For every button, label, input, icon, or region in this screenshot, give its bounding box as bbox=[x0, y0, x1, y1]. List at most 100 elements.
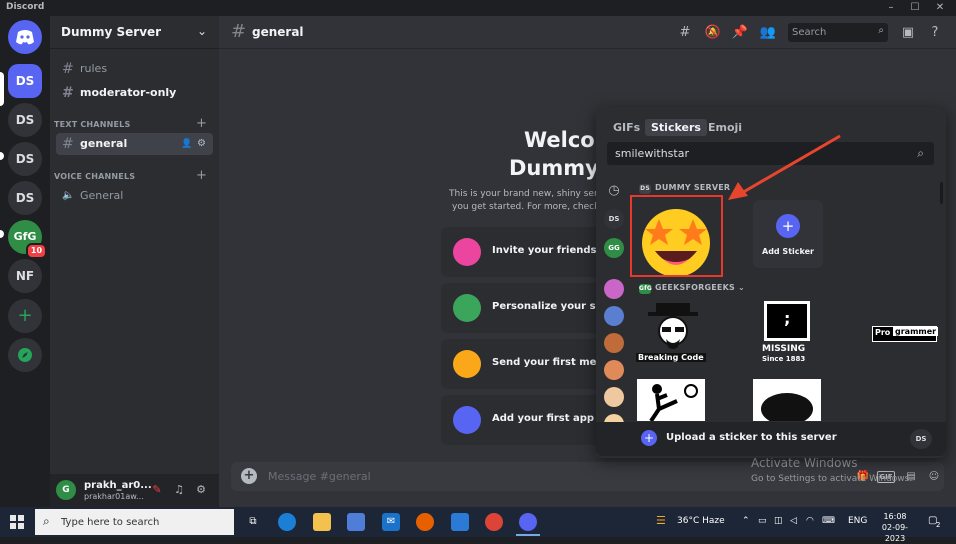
volume-icon[interactable]: ◁ bbox=[790, 516, 797, 526]
upload-sticker-label: Upload a sticker to this server bbox=[666, 432, 837, 443]
user-tag: prakhar01aw... bbox=[84, 492, 144, 501]
card-add-first-app[interactable]: Add your first app bbox=[441, 395, 601, 445]
chrome-icon[interactable] bbox=[485, 513, 503, 531]
attach-plus-button[interactable]: + bbox=[241, 468, 257, 484]
recent-clock-icon[interactable]: ◷ bbox=[604, 181, 624, 201]
threads-icon[interactable]: # bbox=[676, 24, 694, 42]
search-input[interactable] bbox=[792, 25, 872, 40]
mic-muted-icon[interactable]: ✎ bbox=[150, 483, 164, 497]
mail-icon[interactable]: ✉ bbox=[382, 513, 400, 531]
input-language[interactable]: ENG bbox=[848, 516, 867, 526]
channel-general[interactable]: # general 👤 ⚙ bbox=[56, 133, 213, 155]
close-button[interactable]: ✕ bbox=[929, 0, 951, 16]
hash-icon: # bbox=[62, 61, 74, 77]
notification-bell-muted-icon[interactable]: 🔕 bbox=[704, 24, 722, 42]
tab-stickers[interactable]: Stickers bbox=[645, 119, 707, 136]
create-channel-icon[interactable]: + bbox=[196, 116, 207, 131]
wifi-icon[interactable]: ◠ bbox=[806, 516, 814, 526]
taskbar-search-input[interactable] bbox=[61, 514, 221, 530]
server-ds-4[interactable]: DS bbox=[8, 181, 42, 215]
taskbar-clock[interactable]: 16:08 02-09-2023 bbox=[872, 511, 918, 544]
server-nf[interactable]: NF bbox=[8, 259, 42, 293]
channel-moderator-only[interactable]: # moderator-only bbox=[56, 82, 213, 104]
discord-taskbar-icon[interactable] bbox=[519, 513, 537, 531]
active-app-underline bbox=[516, 534, 540, 536]
task-view-icon[interactable]: ⧉ bbox=[244, 513, 262, 531]
add-sticker-label: Add Sticker bbox=[762, 247, 814, 256]
minimize-button[interactable]: – bbox=[880, 0, 902, 16]
welcome-desc-2: you get started. For more, check ou bbox=[452, 202, 614, 212]
message-input[interactable] bbox=[268, 468, 768, 485]
section-abbr: DS bbox=[639, 184, 651, 194]
member-list-icon[interactable]: 👥 bbox=[759, 24, 777, 42]
app-name: Discord bbox=[6, 2, 45, 12]
channel-label: general bbox=[80, 137, 128, 150]
app-icon bbox=[453, 406, 481, 434]
card-send-first-message[interactable]: Send your first message bbox=[441, 339, 629, 389]
sticker-programmer[interactable]: Pro grammer bbox=[872, 326, 939, 342]
home-button[interactable] bbox=[8, 20, 42, 54]
scrollbar-thumb[interactable] bbox=[940, 182, 943, 204]
sticker-breaking-code[interactable]: Breaking Code bbox=[636, 299, 708, 369]
pack-sticker-bunny[interactable] bbox=[604, 279, 624, 299]
user-settings-gear-icon[interactable]: ⚙ bbox=[194, 483, 208, 497]
server-ds-active[interactable]: DS bbox=[8, 64, 42, 98]
windows-start-icon[interactable] bbox=[10, 515, 24, 529]
sticker-bug[interactable] bbox=[753, 379, 821, 425]
card-invite-friends[interactable]: Invite your friends bbox=[441, 227, 601, 277]
add-sticker-button[interactable]: + Add Sticker bbox=[753, 200, 823, 268]
category-text-channels[interactable]: TEXT CHANNELS + bbox=[54, 116, 207, 131]
file-explorer-icon[interactable] bbox=[313, 513, 331, 531]
edge-icon[interactable] bbox=[278, 513, 296, 531]
emoji-icon[interactable]: ☺ bbox=[925, 468, 943, 485]
hash-icon: # bbox=[231, 21, 247, 42]
kick-figure-icon bbox=[649, 384, 698, 423]
tab-gifs[interactable]: GIFs bbox=[607, 119, 646, 136]
card-personalize-server[interactable]: Personalize your server w bbox=[441, 283, 638, 333]
server-ds-3[interactable]: DS bbox=[8, 142, 42, 176]
pin-icon[interactable]: 📌 bbox=[731, 24, 749, 42]
channel-rules[interactable]: # rules bbox=[56, 58, 213, 80]
channel-label: General bbox=[80, 189, 124, 202]
weather-icon[interactable]: ☰ bbox=[656, 514, 666, 527]
annotation-arrow-icon bbox=[728, 134, 841, 200]
network-icon[interactable]: ◫ bbox=[774, 516, 783, 526]
avatar[interactable]: G bbox=[56, 480, 76, 500]
battery-icon[interactable]: ▭ bbox=[758, 516, 767, 526]
invite-icon[interactable]: 👤 bbox=[181, 133, 192, 155]
pack-sticker-3[interactable] bbox=[604, 333, 624, 353]
add-server-button[interactable]: + bbox=[8, 299, 42, 333]
server-header[interactable]: Dummy Server ⌄ bbox=[50, 16, 219, 49]
server-ds-2[interactable]: DS bbox=[8, 103, 42, 137]
speaker-icon: 🔈 bbox=[62, 190, 75, 201]
mention-badge: 10 bbox=[26, 243, 47, 259]
firefox-icon[interactable] bbox=[416, 513, 434, 531]
help-icon[interactable]: ? bbox=[926, 24, 944, 42]
gear-icon[interactable]: ⚙ bbox=[197, 133, 206, 155]
user-display-name[interactable]: prakh_ar0... bbox=[84, 480, 152, 491]
section-geeksforgeeks[interactable]: GfG GEEKSFORGEEKS ⌄ bbox=[639, 283, 745, 294]
store-icon[interactable] bbox=[347, 513, 365, 531]
inbox-icon[interactable]: ▣ bbox=[899, 24, 917, 42]
headphones-icon[interactable]: ♫ bbox=[172, 483, 186, 497]
pack-sticker-5[interactable] bbox=[604, 387, 624, 407]
server-name: Dummy Server bbox=[61, 25, 162, 39]
maximize-button[interactable]: ☐ bbox=[904, 0, 926, 16]
search-box[interactable]: ⌕ bbox=[788, 23, 888, 42]
pack-geeksforgeeks[interactable]: GG bbox=[604, 238, 624, 258]
explore-servers-button[interactable] bbox=[8, 338, 42, 372]
sticker-missing[interactable]: ; MISSING Since 1883 bbox=[758, 299, 828, 369]
voice-channel-general[interactable]: 🔈 General bbox=[56, 185, 213, 207]
pack-dummy-server[interactable]: DS bbox=[604, 209, 624, 229]
sticker-picker-footer[interactable]: + Upload a sticker to this server DS bbox=[596, 422, 946, 456]
create-voice-channel-icon[interactable]: + bbox=[196, 168, 207, 183]
pack-sticker-4[interactable] bbox=[604, 360, 624, 380]
sticker-kick[interactable] bbox=[637, 379, 705, 423]
weather-text[interactable]: 36°C Haze bbox=[677, 516, 725, 526]
vscode-icon[interactable] bbox=[451, 513, 469, 531]
taskbar-search[interactable]: ⌕ bbox=[35, 509, 234, 535]
category-voice-channels[interactable]: VOICE CHANNELS + bbox=[54, 168, 207, 183]
pack-sticker-robot[interactable] bbox=[604, 306, 624, 326]
keyboard-icon[interactable]: ⌨ bbox=[822, 516, 835, 526]
tray-overflow-icon[interactable]: ⌃ bbox=[742, 516, 750, 526]
